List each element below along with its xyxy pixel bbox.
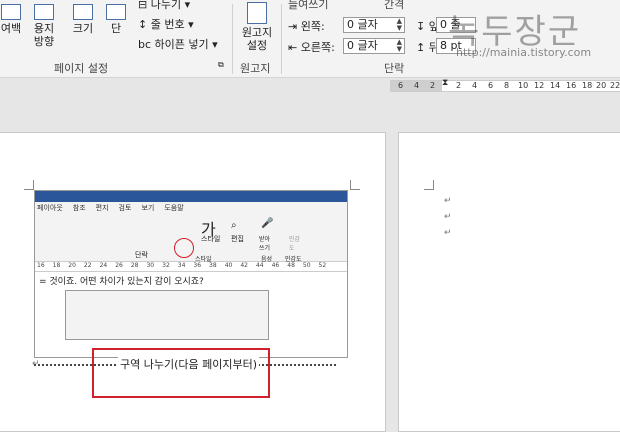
microphone-icon: 🎤: [261, 218, 274, 229]
indent-right-label: ⇤ 오른쪽:: [288, 41, 335, 54]
watermark-url: http://mainia.tistory.com: [456, 46, 592, 59]
ruler-tick: 8: [504, 81, 510, 90]
columns-button[interactable]: 단: [104, 4, 128, 35]
embedded-sensitivity-label: 민감 도: [289, 236, 301, 252]
paragraph-mark-icon: ↵: [444, 228, 452, 238]
indent-left-icon: ⇥: [288, 20, 301, 33]
ruler-tick: 4: [472, 81, 478, 90]
margins-icon: [1, 4, 21, 20]
spacing-header: 간격: [384, 0, 405, 11]
hyphenation-label: 하이픈 넣기: [154, 38, 209, 51]
size-label: 크기: [72, 22, 94, 35]
ruler-tick: 22: [610, 81, 620, 90]
breaks-button[interactable]: ⊟ 나누기 ▾: [138, 0, 190, 12]
columns-label: 단: [110, 22, 122, 35]
hyphenation-icon: bc: [138, 38, 155, 51]
indent-left-input[interactable]: 0 글자 ▲ ▼: [343, 17, 405, 33]
orientation-button[interactable]: 용지 방향: [24, 4, 64, 48]
embedded-screenshot-image[interactable]: 페이아웃 참조 편지 검토 보기 도움말 단락 가 스타일 ⌕ 편집 🎤 받아 …: [34, 190, 348, 358]
document-page-right[interactable]: [398, 132, 620, 432]
group-separator: [232, 4, 233, 74]
ruler-tick: 18: [582, 81, 593, 90]
embedded-title-bar: [35, 191, 347, 202]
indent-right-value: 0 글자: [347, 39, 378, 52]
find-icon: ⌕: [231, 220, 237, 231]
embedded-style-group: 스타일: [195, 256, 212, 263]
ruler-tick: 14: [550, 81, 561, 90]
paragraph-mark-icon: ↵: [444, 212, 452, 222]
embedded-style-label: 스타일: [201, 235, 221, 243]
embedded-edit-label: 편집: [231, 235, 244, 243]
embedded-tab: 페이아웃: [37, 204, 63, 212]
line-numbers-button[interactable]: ↕ 줄 번호 ▾: [138, 16, 194, 32]
embedded-tab: 참조: [72, 204, 86, 212]
highlight-circle: [174, 238, 194, 258]
crop-mark: [24, 180, 34, 190]
embedded-sensitivity-group: 민감도: [285, 256, 302, 263]
ruler-tick: 12: [534, 81, 545, 90]
horizontal-ruler[interactable]: 6 4 2 ⧗ 2 4 6 8 10 12 14 16 18 20 22: [390, 78, 620, 92]
hyphenation-button[interactable]: bc 하이픈 넣기 ▾: [138, 36, 218, 52]
embedded-tab: 검토: [118, 204, 132, 212]
spin-arrows-icon[interactable]: ▲ ▼: [397, 18, 402, 32]
page-setup-dialog-launcher-icon[interactable]: ⧉: [218, 60, 224, 70]
line-numbers-icon: ↕: [138, 18, 151, 31]
embedded-voice-group: 음성: [261, 256, 273, 263]
group-separator: [281, 4, 282, 74]
page-setup-group-label: 페이지 설정: [54, 62, 109, 75]
paragraph-mark-icon: ↵: [444, 196, 452, 206]
spacing-before-icon: ↧: [416, 20, 429, 33]
breaks-label: 나누기: [150, 0, 182, 11]
indent-header: 들여쓰기: [288, 0, 329, 11]
ruler-tick: 16: [566, 81, 577, 90]
ruler-tick: 10: [518, 81, 529, 90]
spin-arrows-icon[interactable]: ▲ ▼: [397, 39, 402, 53]
indent-right-icon: ⇤: [288, 41, 301, 54]
highlight-box: [92, 348, 270, 398]
indent-marker-icon[interactable]: ⧗: [442, 78, 448, 88]
indent-left-value: 0 글자: [347, 18, 378, 31]
margins-label: 여백: [0, 22, 22, 35]
ruler-tick: 6: [488, 81, 494, 90]
paragraph-group-label: 단락: [384, 62, 405, 75]
columns-icon: [106, 4, 126, 20]
manuscript-label: 원고지 설정: [241, 26, 273, 52]
ruler-tick: 4: [414, 81, 420, 90]
embedded-tab-bar: 페이아웃 참조 편지 검토 보기 도움말: [35, 202, 347, 214]
manuscript-icon: [247, 2, 267, 24]
orientation-label: 용지 방향: [33, 22, 55, 48]
size-icon: [73, 4, 93, 20]
ruler-tick: 2: [456, 81, 462, 90]
ruler-tick: 6: [398, 81, 404, 90]
indent-right-input[interactable]: 0 글자 ▲ ▼: [343, 38, 405, 54]
size-button[interactable]: 크기: [68, 4, 98, 35]
embedded-ruler: 16 18 20 22 24 26 28 30 32 34 36 38 40 42 44 46 48 50 52: [35, 262, 347, 272]
line-numbers-label: 줄 번호: [150, 18, 185, 31]
manuscript-button[interactable]: 원고지 설정: [238, 2, 276, 52]
margins-button[interactable]: 여백: [0, 4, 26, 35]
embedded-tab: 도움말: [164, 204, 184, 212]
embedded-paragraph-label: 단락: [135, 251, 148, 259]
crop-mark: [350, 180, 360, 190]
orientation-icon: [34, 4, 54, 20]
embedded-body-text: = 것이죠. 어떤 차이가 있는지 감이 오시죠?: [39, 277, 204, 287]
crop-mark: [424, 180, 434, 190]
indent-left-label: ⇥ 왼쪽:: [288, 20, 325, 33]
embedded-nested-screenshot: [65, 290, 269, 340]
ruler-tick: 20: [596, 81, 607, 90]
ruler-tick: 2: [430, 81, 436, 90]
embedded-dictate-label: 받아 쓰기: [259, 236, 271, 252]
embedded-tab: 편지: [95, 204, 109, 212]
manuscript-group-label: 원고지: [240, 62, 271, 75]
spacing-after-icon: ↥: [416, 41, 429, 54]
breaks-icon: ⊟: [138, 0, 151, 11]
embedded-tab: 보기: [141, 204, 155, 212]
